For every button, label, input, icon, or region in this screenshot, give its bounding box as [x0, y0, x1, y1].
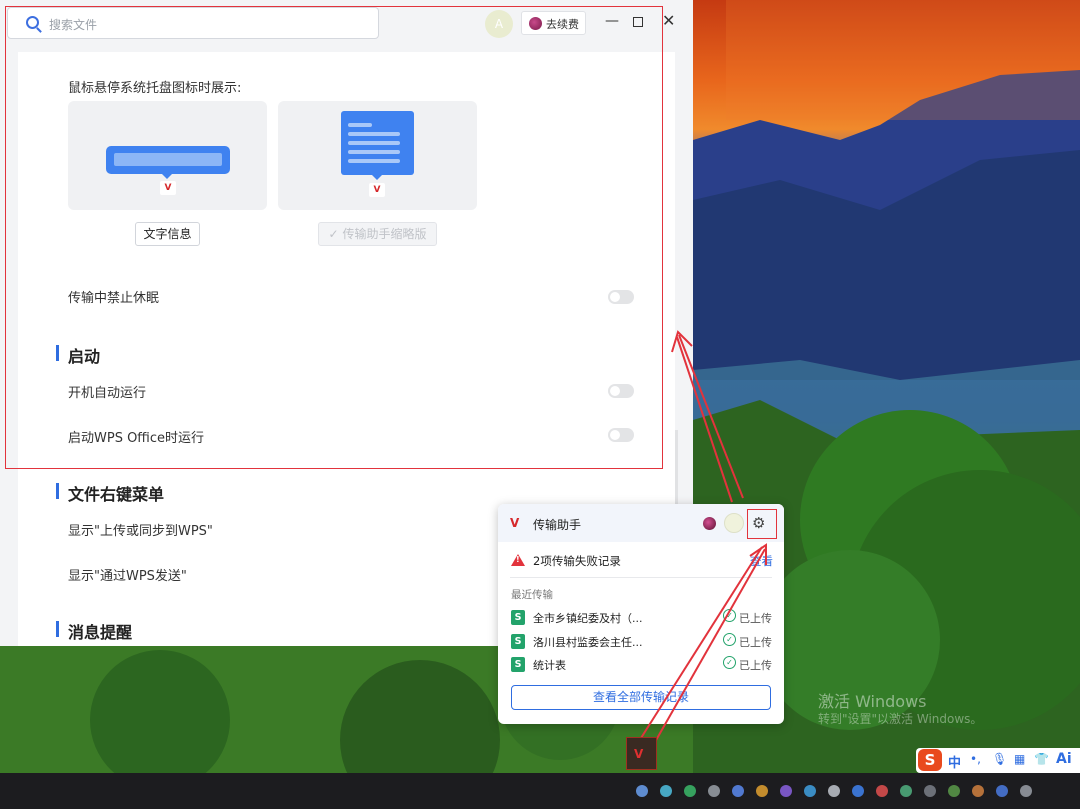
- taskbar-icon[interactable]: [900, 785, 912, 797]
- taskbar-icon[interactable]: [756, 785, 768, 797]
- taskbar-icon[interactable]: [972, 785, 984, 797]
- check-circle-icon: ✓: [723, 656, 736, 669]
- taskbar-icon[interactable]: [708, 785, 720, 797]
- activate-windows-watermark: 激活 Windows: [818, 692, 927, 711]
- file-status: 已上传: [739, 612, 772, 625]
- taskbar-icon[interactable]: [804, 785, 816, 797]
- file-name: 洛川县村监委会主任...: [533, 636, 643, 649]
- check-circle-icon: ✓: [723, 633, 736, 646]
- membership-gem-icon[interactable]: [703, 517, 716, 530]
- microphone-icon[interactable]: 🎙: [992, 752, 1007, 766]
- section-marker: [56, 483, 59, 499]
- transfer-logo-icon: V: [510, 516, 520, 530]
- show-upload-sync-label: 显示"上传或同步到WPS": [68, 524, 213, 539]
- popup-header: V 传输助手 ⚙: [498, 504, 784, 542]
- spreadsheet-icon: S: [511, 657, 525, 672]
- list-item[interactable]: S 全市乡镇纪委及村（... ✓ 已上传: [511, 609, 773, 627]
- list-item[interactable]: S 洛川县村监委会主任... ✓ 已上传: [511, 633, 773, 651]
- list-item[interactable]: S 统计表 ✓ 已上传: [511, 656, 773, 674]
- ime-logo-icon[interactable]: S: [918, 749, 942, 771]
- transfer-tray-icon[interactable]: V: [626, 737, 657, 770]
- divider: [510, 577, 772, 578]
- context-menu-heading: 文件右键菜单: [68, 485, 165, 504]
- taskbar: [0, 773, 1080, 809]
- ime-language-toggle[interactable]: 中: [948, 752, 961, 771]
- taskbar-icon[interactable]: [876, 785, 888, 797]
- taskbar-icon[interactable]: [924, 785, 936, 797]
- punctuation-icon[interactable]: •,: [970, 752, 981, 766]
- taskbar-icon[interactable]: [684, 785, 696, 797]
- skin-icon[interactable]: 👕: [1034, 752, 1049, 766]
- taskbar-icon[interactable]: [636, 785, 648, 797]
- file-name: 统计表: [533, 659, 566, 672]
- file-name: 全市乡镇纪委及村（...: [533, 612, 643, 625]
- file-status: 已上传: [739, 659, 772, 672]
- ime-ai-button[interactable]: Ai: [1056, 751, 1072, 767]
- keyboard-icon[interactable]: ▦: [1014, 752, 1025, 766]
- taskbar-icon[interactable]: [780, 785, 792, 797]
- view-all-transfers-button[interactable]: 查看全部传输记录: [511, 685, 771, 710]
- highlight-box-gear: [747, 509, 777, 539]
- spreadsheet-icon: S: [511, 610, 525, 625]
- recent-transfers-label: 最近传输: [511, 589, 553, 601]
- activate-windows-hint: 转到"设置"以激活 Windows。: [818, 712, 983, 726]
- avatar[interactable]: [724, 513, 744, 533]
- notify-heading: 消息提醒: [68, 623, 133, 642]
- taskbar-icon[interactable]: [948, 785, 960, 797]
- spreadsheet-icon: S: [511, 634, 525, 649]
- show-send-wps-label: 显示"通过WPS发送": [68, 569, 187, 584]
- taskbar-icon[interactable]: [828, 785, 840, 797]
- highlight-box-settings: [5, 6, 663, 469]
- ime-toolbar[interactable]: S 中 •, 🎙 ▦ 👕 Ai: [916, 748, 1080, 773]
- transfer-logo-icon: V: [634, 747, 644, 761]
- file-status: 已上传: [739, 636, 772, 649]
- failure-notice: 2项传输失败记录: [533, 554, 621, 568]
- taskbar-icon[interactable]: [852, 785, 864, 797]
- taskbar-icon[interactable]: [732, 785, 744, 797]
- transfer-assistant-popup: V 传输助手 ⚙ 2项传输失败记录 查看 最近传输 S 全市乡镇纪委及村（...…: [498, 504, 784, 724]
- taskbar-icon[interactable]: [1020, 785, 1032, 797]
- taskbar-icon[interactable]: [996, 785, 1008, 797]
- taskbar-icon[interactable]: [660, 785, 672, 797]
- section-marker: [56, 621, 59, 637]
- warning-icon: [511, 554, 525, 566]
- close-button[interactable]: ✕: [662, 11, 675, 30]
- popup-title: 传输助手: [533, 518, 582, 532]
- view-failures-link[interactable]: 查看: [750, 553, 773, 569]
- check-circle-icon: ✓: [723, 609, 736, 622]
